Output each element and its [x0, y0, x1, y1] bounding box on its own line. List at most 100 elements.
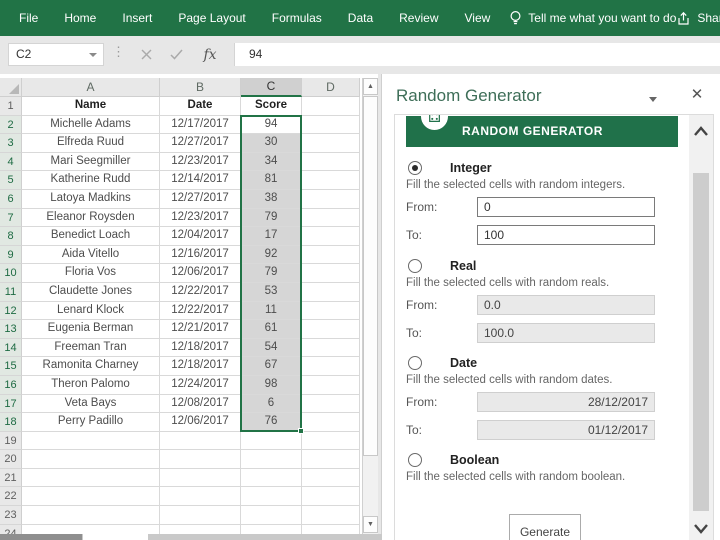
- cell-C21[interactable]: [241, 468, 302, 488]
- cell-A12[interactable]: Lenard Klock: [22, 301, 160, 321]
- cell-B15[interactable]: 12/18/2017: [160, 357, 241, 376]
- cell-D20[interactable]: [302, 450, 360, 469]
- sheet-tab-strip[interactable]: [0, 534, 382, 540]
- cell-C24[interactable]: [241, 524, 302, 534]
- cell-A18[interactable]: Perry Padillo: [22, 413, 160, 432]
- cell-A11[interactable]: Claudette Jones: [22, 282, 160, 302]
- formula-input[interactable]: 94: [234, 43, 720, 66]
- name-box-dropdown-icon[interactable]: [89, 53, 97, 57]
- cell-C7[interactable]: 79: [241, 208, 302, 228]
- row-header-12[interactable]: 12: [0, 301, 22, 321]
- cell-D5[interactable]: [302, 171, 360, 190]
- grid-vertical-scrollbar[interactable]: ▲ ▼: [362, 78, 378, 534]
- row-header-3[interactable]: 3: [0, 134, 22, 153]
- cell-D1[interactable]: [302, 97, 360, 116]
- cell-D7[interactable]: [302, 208, 360, 228]
- cell-D16[interactable]: [302, 375, 360, 395]
- cell-B22[interactable]: [160, 487, 241, 507]
- cell-A8[interactable]: Benedict Loach: [22, 227, 160, 246]
- cell-A14[interactable]: Freeman Tran: [22, 338, 160, 358]
- cell-C1[interactable]: Score: [241, 97, 302, 116]
- cell-C11[interactable]: 53: [241, 282, 302, 302]
- row-header-22[interactable]: 22: [0, 487, 22, 507]
- cell-C6[interactable]: 38: [241, 189, 302, 209]
- cell-B5[interactable]: 12/14/2017: [160, 171, 241, 190]
- cell-A1[interactable]: Name: [22, 97, 160, 116]
- cell-B21[interactable]: [160, 468, 241, 488]
- cell-B2[interactable]: 12/17/2017: [160, 115, 241, 135]
- cell-D17[interactable]: [302, 394, 360, 414]
- enter-button[interactable]: [164, 43, 188, 66]
- from-input-integer[interactable]: 0: [477, 197, 655, 217]
- cell-B4[interactable]: 12/23/2017: [160, 152, 241, 172]
- row-header-18[interactable]: 18: [0, 413, 22, 432]
- row-header-24[interactable]: 24: [0, 524, 22, 534]
- select-all-corner[interactable]: [0, 78, 22, 97]
- radio-date[interactable]: [408, 356, 422, 370]
- row-header-7[interactable]: 7: [0, 208, 22, 228]
- cell-B8[interactable]: 12/04/2017: [160, 227, 241, 246]
- cell-B16[interactable]: 12/24/2017: [160, 375, 241, 395]
- cell-A2[interactable]: Michelle Adams: [22, 115, 160, 135]
- cell-B11[interactable]: 12/22/2017: [160, 282, 241, 302]
- row-header-23[interactable]: 23: [0, 506, 22, 525]
- insert-function-button[interactable]: fx: [198, 43, 222, 66]
- tell-me-box[interactable]: Tell me what you want to do: [509, 10, 676, 26]
- row-header-11[interactable]: 11: [0, 282, 22, 302]
- cell-C10[interactable]: 79: [241, 264, 302, 283]
- cell-C15[interactable]: 67: [241, 357, 302, 376]
- cell-A19[interactable]: [22, 431, 160, 451]
- row-header-17[interactable]: 17: [0, 394, 22, 414]
- grid-scroll-thumb[interactable]: [363, 96, 378, 456]
- to-input-integer[interactable]: 100: [477, 225, 655, 245]
- cell-B19[interactable]: [160, 431, 241, 451]
- row-header-2[interactable]: 2: [0, 115, 22, 135]
- cell-B13[interactable]: 12/21/2017: [160, 320, 241, 339]
- cell-A22[interactable]: [22, 487, 160, 507]
- cell-D22[interactable]: [302, 487, 360, 507]
- cell-D9[interactable]: [302, 245, 360, 265]
- ribbon-tab-data[interactable]: Data: [335, 0, 386, 36]
- pane-scroll-thumb[interactable]: [693, 173, 709, 511]
- cell-B14[interactable]: 12/18/2017: [160, 338, 241, 358]
- row-header-10[interactable]: 10: [0, 264, 22, 283]
- row-header-13[interactable]: 13: [0, 320, 22, 339]
- cell-A3[interactable]: Elfreda Ruud: [22, 134, 160, 153]
- row-header-6[interactable]: 6: [0, 189, 22, 209]
- row-header-1[interactable]: 1: [0, 97, 22, 116]
- active-sheet-tab[interactable]: [83, 534, 148, 540]
- row-header-19[interactable]: 19: [0, 431, 22, 451]
- cell-D21[interactable]: [302, 468, 360, 488]
- cell-D4[interactable]: [302, 152, 360, 172]
- cell-A9[interactable]: Aida Vitello: [22, 245, 160, 265]
- cell-D13[interactable]: [302, 320, 360, 339]
- cell-B9[interactable]: 12/16/2017: [160, 245, 241, 265]
- cell-B23[interactable]: [160, 506, 241, 525]
- cell-A15[interactable]: Ramonita Charney: [22, 357, 160, 376]
- cell-B17[interactable]: 12/08/2017: [160, 394, 241, 414]
- cell-C19[interactable]: [241, 431, 302, 451]
- ribbon-tab-page-layout[interactable]: Page Layout: [165, 0, 258, 36]
- ribbon-tab-formulas[interactable]: Formulas: [259, 0, 335, 36]
- cell-A6[interactable]: Latoya Madkins: [22, 189, 160, 209]
- cell-D19[interactable]: [302, 431, 360, 451]
- cell-C3[interactable]: 30: [241, 134, 302, 153]
- row-header-8[interactable]: 8: [0, 227, 22, 246]
- cell-B12[interactable]: 12/22/2017: [160, 301, 241, 321]
- cell-C22[interactable]: [241, 487, 302, 507]
- cell-C13[interactable]: 61: [241, 320, 302, 339]
- column-header-b[interactable]: B: [160, 78, 241, 97]
- cell-C14[interactable]: 54: [241, 338, 302, 358]
- cell-A17[interactable]: Veta Bays: [22, 394, 160, 414]
- radio-integer[interactable]: [408, 161, 422, 175]
- name-box[interactable]: C2: [8, 43, 104, 66]
- row-header-15[interactable]: 15: [0, 357, 22, 376]
- cell-D6[interactable]: [302, 189, 360, 209]
- cell-A23[interactable]: [22, 506, 160, 525]
- cell-B24[interactable]: [160, 524, 241, 534]
- cell-C9[interactable]: 92: [241, 245, 302, 265]
- column-header-d[interactable]: D: [302, 78, 360, 97]
- cell-C18[interactable]: 76: [241, 413, 302, 432]
- cell-D11[interactable]: [302, 282, 360, 302]
- row-header-5[interactable]: 5: [0, 171, 22, 190]
